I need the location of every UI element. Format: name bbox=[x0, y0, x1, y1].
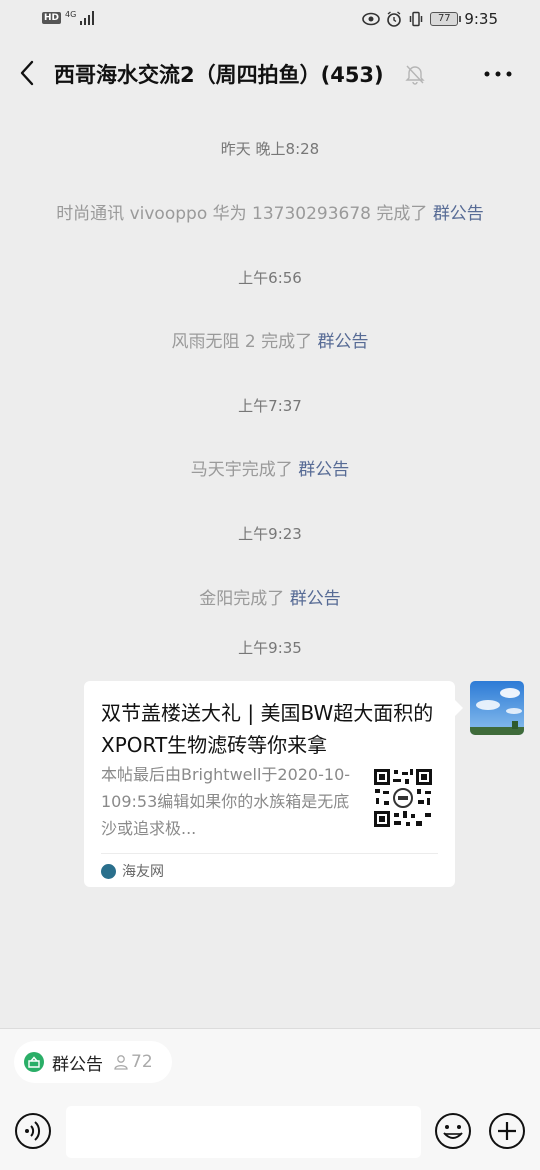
eye-icon bbox=[362, 12, 381, 26]
status-bar: HD 4G 77 9:35 bbox=[0, 0, 540, 40]
group-notice-link[interactable]: 群公告 bbox=[298, 460, 349, 480]
chat-title: 西哥海水交流2（周四拍鱼）(453) bbox=[54, 63, 384, 87]
group-notice-link[interactable]: 群公告 bbox=[318, 332, 369, 352]
message-input[interactable] bbox=[66, 1106, 421, 1158]
member-icon bbox=[114, 1055, 128, 1070]
shared-link-card[interactable]: 双节盖楼送大礼 | 美国BW超大面积的XPORT生物滤砖等你来拿 本帖最后由Br… bbox=[84, 681, 455, 887]
vibrate-icon bbox=[410, 11, 423, 27]
card-source-name: 海友网 bbox=[122, 864, 164, 880]
chat-header: 西哥海水交流2（周四拍鱼）(453) bbox=[0, 40, 540, 106]
bubble-tail bbox=[455, 700, 463, 716]
card-title: 双节盖楼送大礼 | 美国BW超大面积的XPORT生物滤砖等你来拿 bbox=[101, 701, 434, 757]
more-options-button[interactable] bbox=[478, 62, 518, 86]
alarm-icon bbox=[387, 11, 402, 27]
back-button[interactable] bbox=[8, 54, 46, 92]
qr-code-thumbnail bbox=[372, 767, 434, 829]
group-notice-button[interactable]: 群公告 72 bbox=[14, 1041, 172, 1083]
system-message-text: 时尚通讯 vivooppo 华为 13730293678 完成了 bbox=[56, 204, 433, 224]
battery-indicator: 77 bbox=[430, 12, 462, 26]
more-functions-button[interactable] bbox=[488, 1112, 526, 1150]
sender-avatar[interactable] bbox=[470, 681, 524, 735]
chat-screen: HD 4G 77 9:35 西哥海水交流2（周四拍鱼）(453) 昨天 晚上8:… bbox=[0, 0, 540, 1170]
system-message: 时尚通讯 vivooppo 华为 13730293678 完成了 群公告 bbox=[0, 199, 540, 224]
back-arrow-icon bbox=[20, 60, 34, 86]
notice-glyph-icon bbox=[28, 1056, 40, 1068]
group-notice-link[interactable]: 群公告 bbox=[433, 204, 484, 224]
voice-input-button[interactable] bbox=[14, 1112, 52, 1150]
mute-bell-icon bbox=[405, 65, 425, 85]
more-dots-icon bbox=[484, 71, 512, 77]
time-label: 上午6:56 bbox=[238, 269, 302, 287]
group-notice-link[interactable]: 群公告 bbox=[290, 589, 341, 609]
system-message: 金阳完成了 群公告 bbox=[0, 584, 540, 609]
time-label: 上午9:23 bbox=[238, 525, 302, 543]
status-left: HD 4G bbox=[42, 9, 96, 25]
network-type: 4G bbox=[65, 9, 77, 19]
clock: 9:35 bbox=[464, 10, 498, 28]
system-message-text: 风雨无阻 2 完成了 bbox=[171, 332, 318, 352]
card-divider bbox=[101, 853, 438, 854]
group-notice-label: 群公告 bbox=[52, 1054, 103, 1075]
card-source: 海友网 bbox=[101, 861, 164, 881]
system-message: 马天宇完成了 群公告 bbox=[0, 455, 540, 480]
time-label: 上午7:37 bbox=[238, 397, 302, 415]
emoji-button[interactable] bbox=[434, 1112, 472, 1150]
status-right: 77 9:35 bbox=[362, 10, 498, 28]
member-count: 72 bbox=[131, 1052, 153, 1072]
time-label: 昨天 晚上8:28 bbox=[220, 140, 320, 158]
card-description: 本帖最后由Brightwell于2020-10-109:53编辑如果你的水族箱是… bbox=[101, 765, 351, 838]
source-logo-icon bbox=[101, 863, 116, 879]
time-label: 上午9:35 bbox=[238, 639, 302, 657]
system-message-text: 金阳完成了 bbox=[199, 589, 290, 609]
system-message: 风雨无阻 2 完成了 群公告 bbox=[0, 327, 540, 352]
signal-icon bbox=[80, 11, 95, 25]
notice-icon bbox=[24, 1052, 44, 1072]
hd-badge: HD bbox=[42, 12, 62, 24]
system-message-text: 马天宇完成了 bbox=[190, 460, 299, 480]
